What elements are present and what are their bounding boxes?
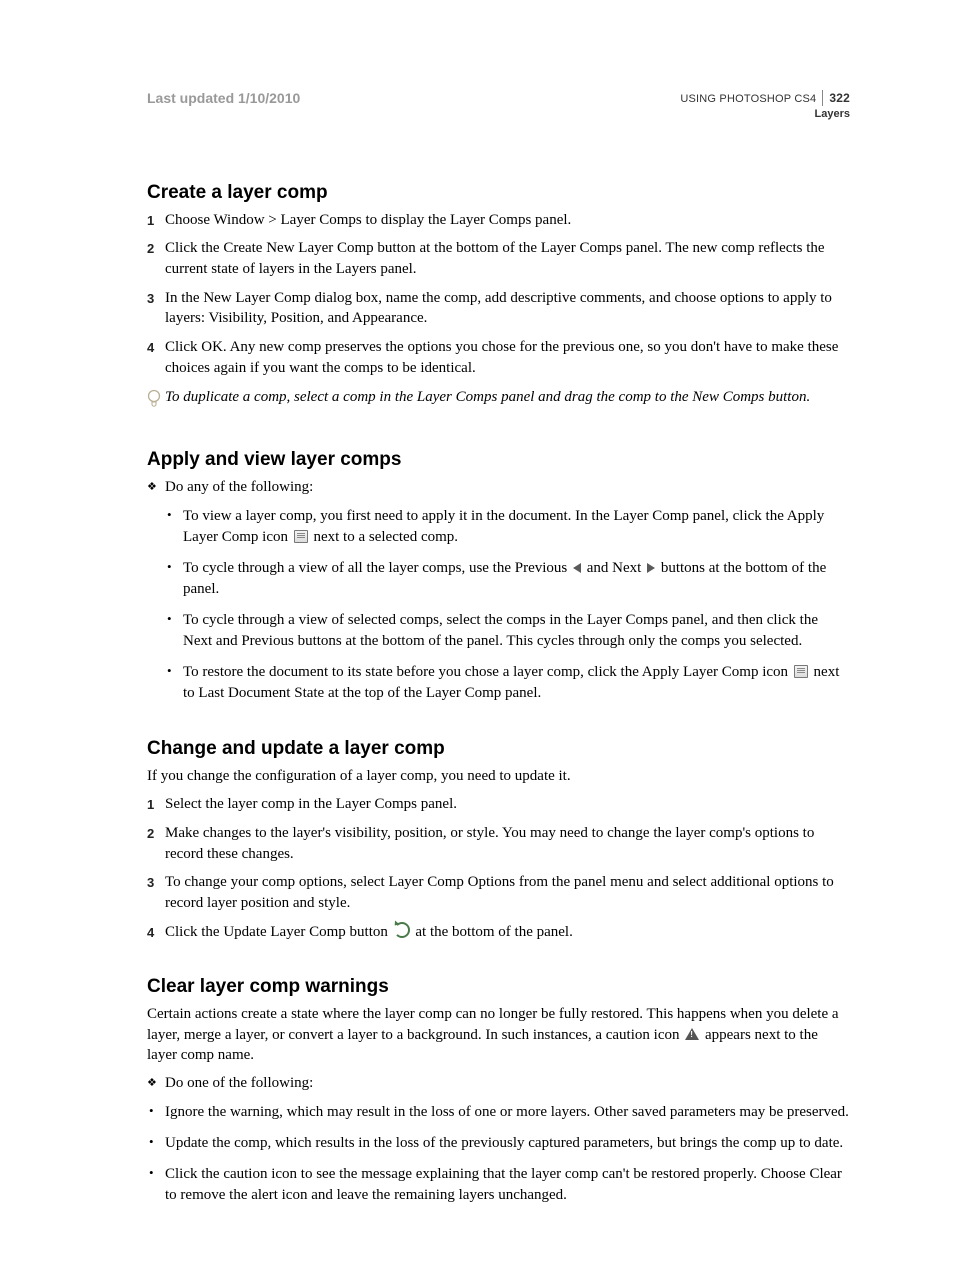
last-updated: Last updated 1/10/2010 [147, 90, 300, 106]
apply-bullets: To view a layer comp, you first need to … [147, 506, 850, 704]
change-lead: If you change the configuration of a lay… [147, 766, 850, 786]
create-tip-text: To duplicate a comp, select a comp in th… [165, 387, 810, 408]
create-tip: To duplicate a comp, select a comp in th… [147, 387, 850, 416]
heading-change: Change and update a layer comp [147, 738, 850, 760]
apply-bullet-2: To cycle through a view of all the layer… [183, 558, 850, 600]
apply-layer-comp-icon [294, 530, 308, 543]
page-number: 322 [822, 90, 850, 106]
diamond-bullet-icon: ❖ [147, 477, 165, 495]
heading-clear: Clear layer comp warnings [147, 976, 850, 998]
header-doc-title: USING PHOTOSHOP CS4 322 Layers [680, 90, 850, 122]
clear-bullet-3: Click the caution icon to see the messag… [165, 1164, 850, 1206]
create-step-2: Click the Create New Layer Comp button a… [165, 238, 850, 279]
apply-bullet-3: To cycle through a view of selected comp… [183, 610, 850, 652]
page-header: Last updated 1/10/2010 USING PHOTOSHOP C… [147, 90, 850, 122]
apply-do-row: ❖ Do any of the following: [147, 477, 850, 498]
section-name: Layers [680, 107, 850, 122]
heading-create: Create a layer comp [147, 182, 850, 204]
lightbulb-icon [147, 387, 165, 416]
apply-bullet-1: To view a layer comp, you first need to … [183, 506, 850, 548]
next-icon [647, 563, 655, 573]
clear-do-label: Do one of the following: [165, 1073, 313, 1094]
update-icon [394, 922, 410, 938]
clear-do-row: ❖ Do one of the following: [147, 1073, 850, 1094]
doc-title-text: USING PHOTOSHOP CS4 [680, 93, 816, 105]
apply-bullet-4: To restore the document to its state bef… [183, 662, 850, 704]
change-step-4: Click the Update Layer Comp button at th… [165, 922, 850, 943]
heading-apply: Apply and view layer comps [147, 449, 850, 471]
change-step-1: Select the layer comp in the Layer Comps… [165, 794, 850, 815]
clear-bullets: Ignore the warning, which may result in … [147, 1102, 850, 1206]
document-page: Last updated 1/10/2010 USING PHOTOSHOP C… [0, 0, 954, 1276]
create-steps: 1Choose Window > Layer Comps to display … [147, 210, 850, 379]
clear-lead: Certain actions create a state where the… [147, 1004, 850, 1065]
apply-layer-comp-icon [794, 665, 808, 678]
previous-icon [573, 563, 581, 573]
change-step-3: To change your comp options, select Laye… [165, 872, 850, 913]
change-step-2: Make changes to the layer's visibility, … [165, 823, 850, 864]
caution-icon [685, 1028, 699, 1040]
create-step-1: Choose Window > Layer Comps to display t… [165, 210, 850, 231]
create-step-3: In the New Layer Comp dialog box, name t… [165, 288, 850, 329]
apply-do-label: Do any of the following: [165, 477, 313, 498]
create-step-4: Click OK. Any new comp preserves the opt… [165, 337, 850, 378]
clear-bullet-2: Update the comp, which results in the lo… [165, 1133, 850, 1154]
diamond-bullet-icon: ❖ [147, 1073, 165, 1091]
change-steps: 1Select the layer comp in the Layer Comp… [147, 794, 850, 942]
clear-bullet-1: Ignore the warning, which may result in … [165, 1102, 850, 1123]
